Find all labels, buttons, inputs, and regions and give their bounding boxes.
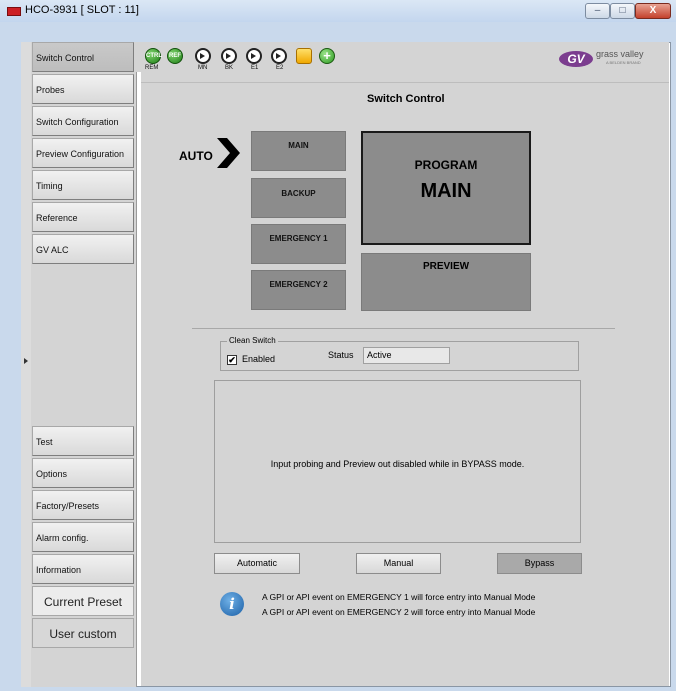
note-emergency-2: A GPI or API event on EMERGENCY 2 will f… [262,607,536,617]
program-label: PROGRAM [414,158,478,172]
logo-mark-icon: GV [559,51,593,67]
preview-monitor: PREVIEW [361,253,531,311]
bypass-message: Input probing and Preview out disabled w… [270,459,525,469]
preview-label: PREVIEW [422,261,470,272]
sidebar-item-alarm-config[interactable]: Alarm config. [32,522,134,552]
app-window: HCO-3931 [ SLOT : 11] – □ X Switch Contr… [0,0,676,691]
auto-chevron-icon [217,138,240,168]
status-field: Active [363,347,450,364]
title-bar[interactable]: HCO-3931 [ SLOT : 11] – □ X [0,0,676,22]
maximize-button[interactable]: □ [610,3,635,19]
sidebar-item-gv-alc[interactable]: GV ALC [32,234,134,264]
sidebar-item-information[interactable]: Information [32,554,134,584]
clean-switch-title: Clean Switch [227,336,278,345]
expand-arrow-icon[interactable] [24,358,28,364]
sidebar-item-options[interactable]: Options [32,458,134,488]
sidebar-item-switch-configuration[interactable]: Switch Configuration [32,106,134,136]
ctrl-icon-label: REM [145,65,159,71]
source-main-button[interactable]: MAIN [251,131,346,171]
emergency1-arrow-icon[interactable] [246,48,262,64]
emergency2-arrow-icon[interactable] [271,48,287,64]
auto-label: AUTO [179,149,213,163]
enabled-label: Enabled [242,354,276,364]
sidebar-item-reference[interactable]: Reference [32,202,134,232]
add-icon[interactable]: + [319,48,335,64]
page-title: Switch Control [367,93,445,105]
ref-icon[interactable]: REF [167,48,183,64]
automatic-mode-button[interactable]: Automatic [214,553,300,574]
enabled-checkbox[interactable]: ✔ [227,355,237,365]
app-icon [7,7,21,16]
main-arrow-label: MN [198,65,208,71]
note-emergency-1: A GPI or API event on EMERGENCY 1 will f… [262,592,536,602]
bypass-message-panel: Input probing and Preview out disabled w… [214,380,581,543]
emergency2-arrow-label: E2 [276,65,284,71]
info-icon: i [220,592,244,616]
logo-text: grass valley [596,49,644,59]
manual-mode-button[interactable]: Manual [356,553,441,574]
emergency1-arrow-label: E1 [251,65,259,71]
ctrl-icon[interactable]: CTRL [145,48,162,64]
status-yellow-icon[interactable] [296,48,312,64]
window-title: HCO-3931 [ SLOT : 11] [25,4,139,16]
status-label: Status [328,350,354,360]
program-value: MAIN [420,180,472,202]
sidebar-item-timing[interactable]: Timing [32,170,134,200]
backup-arrow-label: BK [225,65,234,71]
program-monitor: PROGRAM MAIN [361,131,531,245]
grass-valley-logo: GV grass valley A BELDEN BRAND [559,49,659,69]
sidebar-item-probes[interactable]: Probes [32,74,134,104]
source-backup-button[interactable]: BACKUP [251,178,346,218]
sidebar-item-factory-presets[interactable]: Factory/Presets [32,490,134,520]
sidebar-item-test[interactable]: Test [32,426,134,456]
section-divider [192,328,615,329]
minimize-button[interactable]: – [585,3,610,19]
logo-subtitle: A BELDEN BRAND [606,60,641,65]
sidebar-item-switch-control[interactable]: Switch Control [32,42,134,72]
current-preset-label: Current Preset [32,586,134,616]
bypass-mode-button[interactable]: Bypass [497,553,582,574]
sidebar-item-preview-configuration[interactable]: Preview Configuration [32,138,134,168]
source-emergency2-button[interactable]: EMERGENCY 2 [251,270,346,310]
close-button[interactable]: X [635,3,671,19]
main-arrow-icon[interactable] [195,48,211,64]
source-emergency1-button[interactable]: EMERGENCY 1 [251,224,346,264]
backup-arrow-icon[interactable] [221,48,237,64]
current-preset-value: User custom [32,618,134,648]
